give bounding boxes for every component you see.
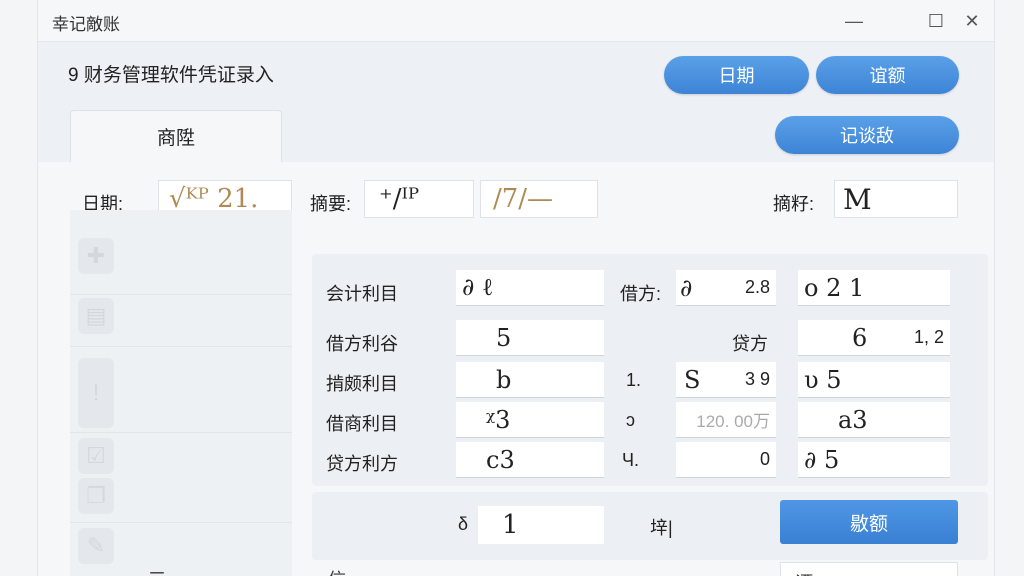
credit-label: 贷方 (732, 334, 768, 354)
account-cell[interactable]: ∂ ℓ (456, 270, 604, 306)
row-label: 掯颇利目 (326, 374, 398, 394)
date-button[interactable]: 日期 (664, 56, 809, 94)
tab-main[interactable]: 商陞 (70, 110, 282, 162)
debit-prefix: S (684, 365, 701, 394)
sidebar: ✚ ▤ ! ☑ ❐ ✎ (70, 210, 292, 576)
row-index: Ч. (622, 450, 639, 470)
confirm-amount-button[interactable]: 敭额 (780, 500, 958, 544)
credit-cell[interactable]: υ 5 (798, 362, 950, 398)
debit-value: 3 9 (744, 369, 770, 389)
account-cell[interactable]: ᵡ3 (456, 402, 604, 438)
debit-cell[interactable]: 120. 00万 (676, 402, 776, 438)
main-content: 日期: √ᴷᴾ 21. 摘要: ⁺/ᴵᴾ /7/— 摘籽: M ✚ ▤ ! ☑ … (38, 162, 994, 576)
row-label: 借方利谷 (326, 334, 398, 354)
cutoff-text: ... (398, 566, 414, 576)
close-icon[interactable]: ✕ (958, 8, 986, 34)
account-cell[interactable]: 5 (456, 320, 604, 356)
puzzle-icon[interactable]: ✚ (78, 238, 114, 274)
cursor-text: 垶| (650, 518, 673, 538)
row-label: 借商利目 (326, 414, 398, 434)
copy-icon[interactable]: ❐ (78, 478, 114, 514)
summary2-label: 摘籽: (773, 194, 815, 214)
credit-value: 6 (852, 323, 868, 352)
page-title: 9 财务管理软件凭证录入 (68, 65, 274, 86)
edit-icon[interactable]: ✎ (78, 528, 114, 564)
input-prefix: δ (458, 514, 469, 534)
title-bar: 幸记敵账 — ☐ ✕ (38, 0, 994, 42)
debit-cell[interactable]: ∂ 2.8 (676, 270, 776, 306)
header: 9 财务管理软件凭证录入 日期 谊额 记谈敌 商陞 (38, 42, 994, 162)
right-edge (994, 0, 1024, 576)
credit-cell[interactable]: ∂ 5 (798, 442, 950, 478)
row-label: 会计利目 (326, 284, 398, 304)
account-cell[interactable]: c3 (456, 442, 604, 478)
bottom-field[interactable]: 谭 ⌐ (780, 562, 958, 576)
credit-cell[interactable]: о 2 1 (798, 270, 950, 306)
minimize-icon[interactable]: — (840, 8, 868, 34)
cutoff-text: 三 (148, 566, 166, 576)
account-cell[interactable]: b (456, 362, 604, 398)
cutoff-text: 信 (328, 566, 346, 576)
row-label: 贷方利方 (326, 454, 398, 474)
app-window: 幸记敵账 — ☐ ✕ 9 财务管理软件凭证录入 日期 谊额 记谈敌 商陞 日期:… (0, 0, 1024, 576)
checkbox-icon[interactable]: ☑ (78, 438, 114, 474)
row-index: ↄ (626, 410, 635, 430)
credit-cell[interactable]: 6 1, 2 (798, 320, 950, 356)
credit-cell[interactable]: a3 (798, 402, 950, 438)
summary-label: 摘要: (310, 194, 352, 214)
left-edge (0, 0, 38, 576)
row-index: 1. (626, 370, 642, 390)
maximize-icon[interactable]: ☐ (922, 8, 950, 34)
document-icon[interactable]: ▤ (78, 298, 114, 334)
debit-prefix: ∂ (680, 273, 693, 302)
debit-value: 2.8 (744, 277, 770, 297)
debit-cell[interactable]: S 3 9 (676, 362, 776, 398)
record-button[interactable]: 记谈敌 (775, 116, 959, 154)
summary-field-2[interactable]: /7/— (480, 180, 598, 218)
summary-field[interactable]: ⁺/ᴵᴾ (364, 180, 474, 218)
debit-label: 借方: (620, 284, 662, 304)
window-title: 幸记敵账 (52, 15, 120, 34)
debit-cell[interactable]: 0 (676, 442, 776, 478)
credit-number: 1, 2 (913, 327, 944, 347)
total-field[interactable]: 1 (478, 506, 604, 544)
alert-icon[interactable]: ! (78, 358, 114, 428)
amount-button[interactable]: 谊额 (816, 56, 959, 94)
summary2-field[interactable]: M (834, 180, 958, 218)
